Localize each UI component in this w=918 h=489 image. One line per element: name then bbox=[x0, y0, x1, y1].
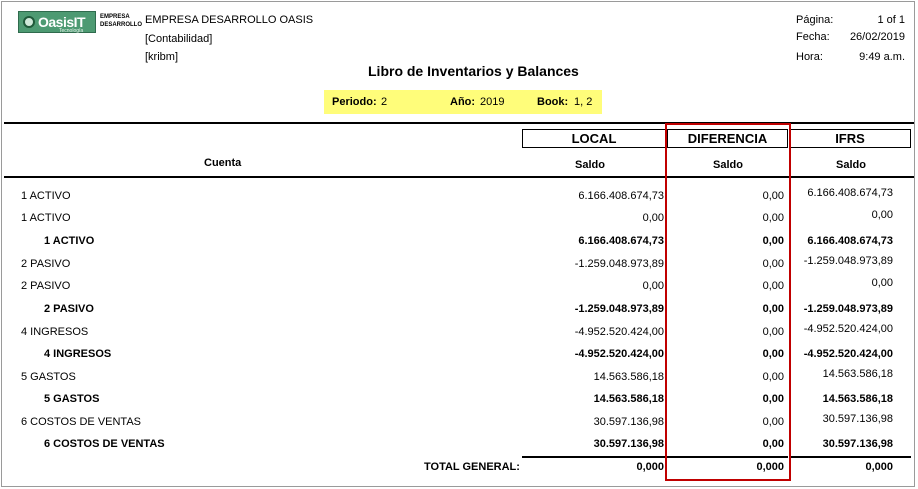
column-header-cuenta: Cuenta bbox=[204, 157, 242, 169]
logo-subtext: Tecnología bbox=[59, 28, 84, 34]
company-name: EMPRESA DESARROLLO OASIS bbox=[145, 14, 314, 26]
time-value: 9:49 a.m. bbox=[859, 51, 905, 63]
logo-caption: EMPRESA DESARROLLO bbox=[100, 13, 142, 29]
anio-label: Año: bbox=[450, 96, 476, 108]
logo-caption-line2: DESARROLLO bbox=[100, 22, 142, 28]
account-name: 4 INGRESOS bbox=[21, 326, 89, 338]
account-name: 2 PASIVO bbox=[21, 280, 71, 292]
account-name: 1 ACTIVO bbox=[44, 235, 95, 247]
saldo-local-header: Saldo bbox=[575, 159, 605, 171]
account-name: 5 GASTOS bbox=[44, 393, 100, 405]
account-name: 2 PASIVO bbox=[21, 258, 71, 270]
account-name: 6 COSTOS DE VENTAS bbox=[44, 438, 165, 450]
account-name: 2 PASIVO bbox=[44, 303, 94, 315]
logo-caption-line1: EMPRESA bbox=[100, 14, 130, 20]
total-rule-local bbox=[522, 456, 666, 458]
book-label: Book: bbox=[537, 96, 569, 108]
periodo-value: 2 bbox=[381, 96, 388, 108]
logo-mark-icon bbox=[23, 16, 35, 28]
account-name: 5 GASTOS bbox=[21, 371, 76, 383]
total-general-label: TOTAL GENERAL: bbox=[424, 461, 520, 473]
account-name: 6 COSTOS DE VENTAS bbox=[21, 416, 142, 428]
report-title: Libro de Inventarios y Balances bbox=[368, 63, 579, 79]
account-name: 1 ACTIVO bbox=[21, 190, 71, 202]
book-value: 1, 2 bbox=[574, 96, 593, 108]
date-value: 26/02/2019 bbox=[849, 31, 905, 43]
total-rule-ifrs bbox=[790, 456, 911, 458]
page-value: 1 of 1 bbox=[877, 14, 905, 26]
saldo-ifrs-header: Saldo bbox=[836, 159, 866, 171]
periodo-label: Periodo: bbox=[332, 96, 377, 108]
account-name: 4 INGRESOS bbox=[44, 348, 112, 360]
diferencia-annotation-box bbox=[665, 123, 791, 481]
user-name: [kribm] bbox=[145, 51, 178, 63]
column-header-ifrs: IFRS bbox=[789, 129, 911, 148]
anio-value: 2019 bbox=[480, 96, 505, 108]
company-logo: OasisIT Tecnología bbox=[18, 11, 96, 34]
column-header-local: LOCAL bbox=[522, 129, 666, 148]
module-name: [Contabilidad] bbox=[145, 33, 213, 45]
account-name: 1 ACTIVO bbox=[21, 212, 71, 224]
